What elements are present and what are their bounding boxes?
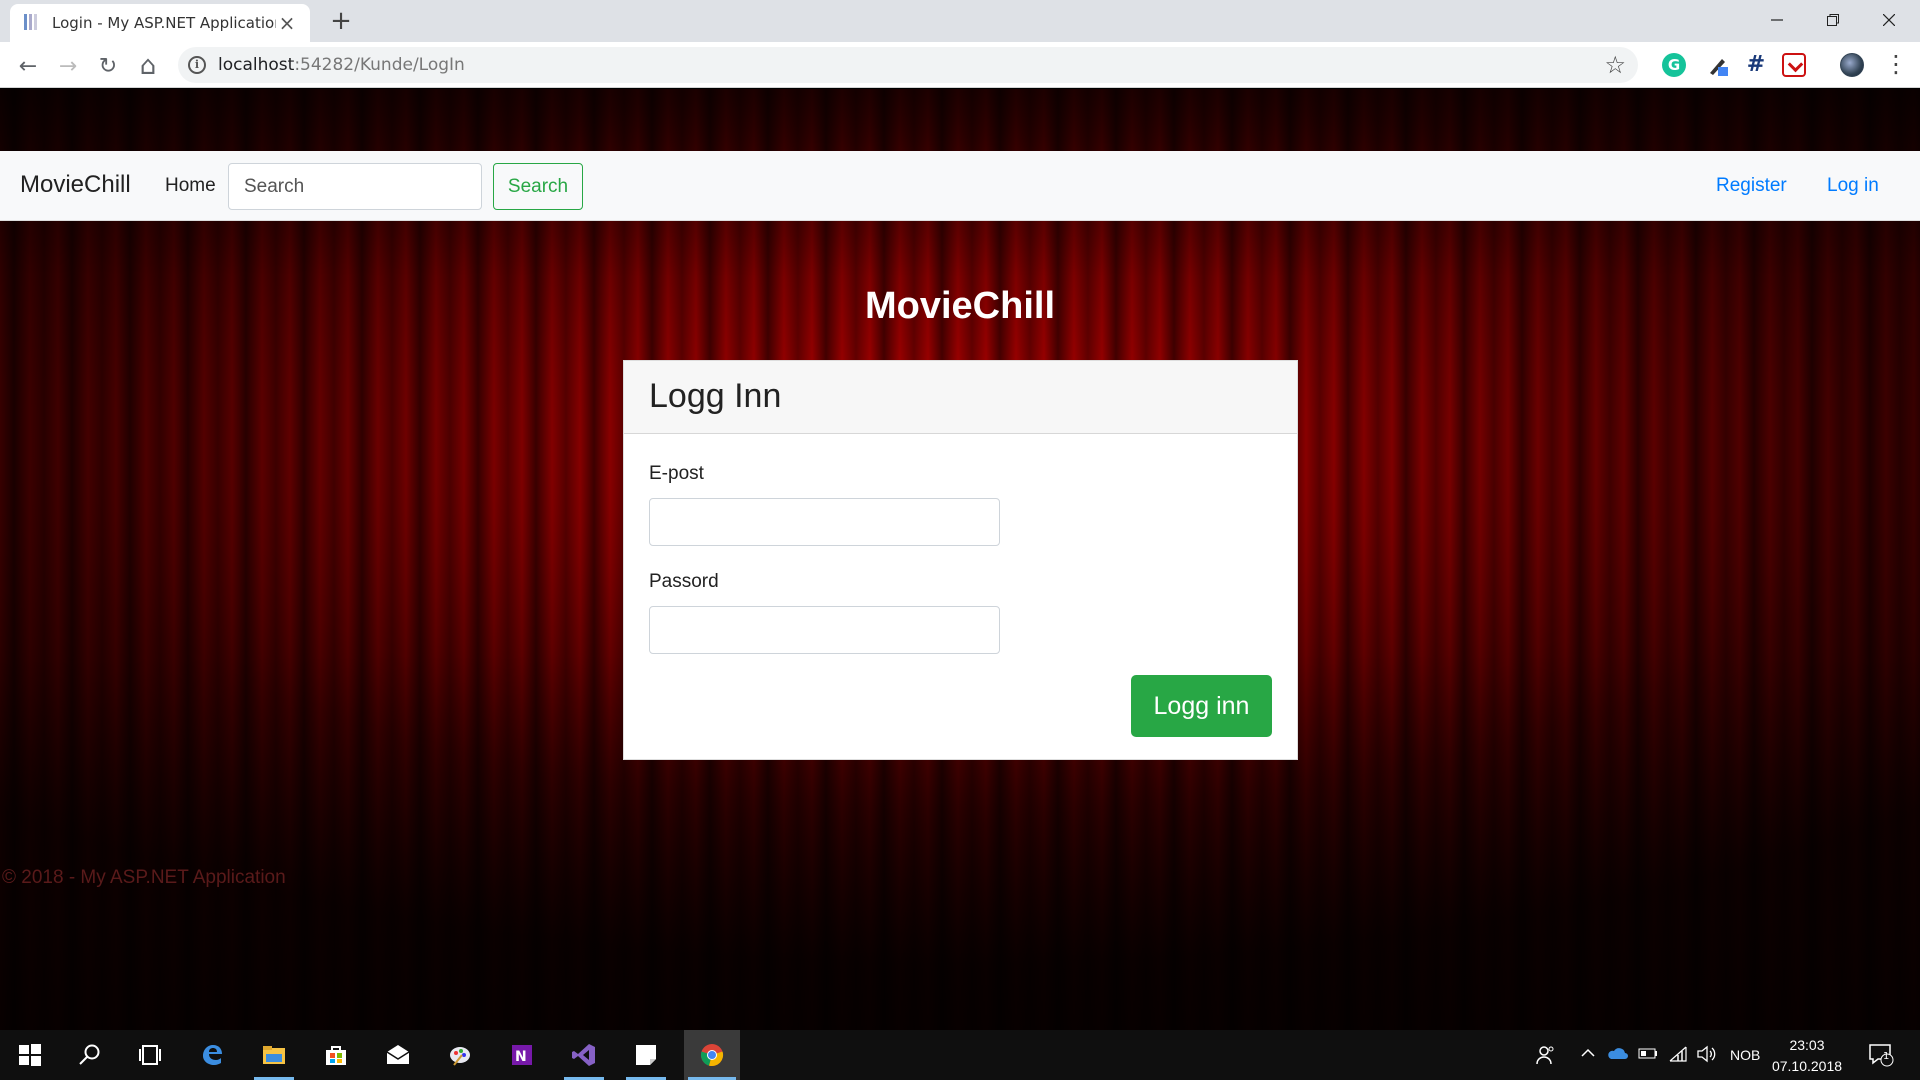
paint-icon <box>450 1047 470 1066</box>
reload-icon: ↻ <box>98 53 118 79</box>
grid-extension-icon[interactable]: # <box>1744 53 1768 77</box>
login-submit-button[interactable]: Logg inn <box>1131 675 1272 737</box>
grammarly-extension-icon[interactable]: G <box>1662 53 1686 77</box>
tab-close-icon[interactable]: × <box>276 11 298 35</box>
chevron-up-icon <box>1581 1048 1595 1057</box>
hero-title: MovieChill <box>864 285 1056 327</box>
wifi-glyph-icon <box>1669 1046 1687 1062</box>
clock-date: 07.10.2018 <box>1771 1058 1843 1074</box>
site-navbar: MovieChill Home Search Register Log in <box>0 151 1920 221</box>
back-arrow-icon: ← <box>18 53 38 79</box>
nav-link-register[interactable]: Register <box>1716 175 1787 197</box>
language-indicator[interactable]: NOB <box>1730 1047 1760 1063</box>
browser-tab[interactable]: Login - My ASP.NET Application × <box>10 4 310 42</box>
home-button[interactable]: ⌂ <box>132 50 164 82</box>
footer-copyright: © 2018 - My ASP.NET Application <box>2 867 286 888</box>
file-explorer-icon <box>263 1046 285 1064</box>
bookmark-star-icon[interactable]: ☆ <box>1604 51 1626 79</box>
cloud-icon <box>1608 1048 1628 1059</box>
visual-studio-icon <box>572 1044 595 1066</box>
profile-avatar[interactable] <box>1840 53 1864 77</box>
browser-menu-icon[interactable]: ⋮ <box>1884 52 1908 77</box>
taskbar-edge[interactable] <box>188 1030 236 1080</box>
pocket-extension-icon[interactable] <box>1782 53 1806 77</box>
start-button[interactable] <box>6 1030 54 1080</box>
clock-time: 23:03 <box>1789 1037 1825 1053</box>
url-host: localhost <box>218 55 295 75</box>
taskbar-search-button[interactable] <box>66 1030 114 1080</box>
browser-toolbar: ← → ↻ ⌂ i localhost:54282/Kunde/LogIn ☆ … <box>0 42 1920 88</box>
task-view-icon <box>139 1045 161 1065</box>
people-glyph-icon <box>1536 1046 1554 1065</box>
tray-expand-icon[interactable] <box>1580 1045 1596 1065</box>
search-input[interactable] <box>228 163 482 210</box>
taskbar-visual-studio[interactable] <box>560 1030 608 1080</box>
address-bar[interactable]: i localhost:54282/Kunde/LogIn ☆ <box>178 47 1638 83</box>
browser-tab-strip: Login - My ASP.NET Application × + <box>0 0 1920 42</box>
onedrive-icon[interactable] <box>1606 1045 1628 1065</box>
people-icon[interactable] <box>1536 1045 1556 1069</box>
minimize-icon <box>1771 19 1783 21</box>
taskbar-chrome[interactable] <box>684 1030 740 1080</box>
task-view-button[interactable] <box>126 1030 174 1080</box>
nav-link-home[interactable]: Home <box>165 175 216 197</box>
url-path: :54282/Kunde/LogIn <box>294 55 465 75</box>
email-field[interactable] <box>649 498 1000 546</box>
page-viewport: MovieChill Home Search Register Log in M… <box>0 89 1920 1030</box>
svg-text:N: N <box>515 1049 527 1065</box>
forward-arrow-icon: → <box>58 53 78 79</box>
navbar-brand[interactable]: MovieChill <box>20 171 131 199</box>
taskbar-clock[interactable]: 23:03 07.10.2018 <box>1770 1035 1844 1077</box>
search-button[interactable]: Search <box>493 163 583 210</box>
login-card-title: Logg Inn <box>649 377 782 415</box>
notification-count: 1 <box>1883 1051 1890 1062</box>
speaker-icon <box>1697 1045 1716 1063</box>
sticky-notes-icon <box>636 1045 656 1065</box>
volume-icon[interactable] <box>1696 1045 1718 1067</box>
back-button[interactable]: ← <box>12 50 44 82</box>
taskbar-file-explorer[interactable] <box>250 1030 298 1080</box>
wifi-icon[interactable] <box>1668 1045 1688 1067</box>
store-icon <box>326 1046 346 1065</box>
battery-icon[interactable] <box>1638 1045 1658 1065</box>
close-icon <box>1883 14 1895 26</box>
tab-title: Login - My ASP.NET Application <box>52 14 276 32</box>
onenote-icon: N <box>512 1045 532 1065</box>
login-card-header: Logg Inn <box>624 361 1297 434</box>
taskbar-sticky-notes[interactable] <box>622 1030 670 1080</box>
url-text: localhost:54282/Kunde/LogIn <box>218 55 465 75</box>
action-center-button[interactable]: 1 <box>1868 1043 1894 1071</box>
password-label: Passord <box>649 571 719 592</box>
chrome-icon <box>700 1044 724 1067</box>
taskbar-onenote[interactable]: N <box>498 1030 546 1080</box>
mail-icon <box>386 1045 410 1064</box>
forward-button[interactable]: → <box>52 50 84 82</box>
battery-glyph-icon <box>1638 1048 1657 1059</box>
window-restore-button[interactable] <box>1810 4 1856 36</box>
pen-extension-icon[interactable] <box>1706 53 1730 77</box>
edge-icon <box>203 1045 222 1065</box>
search-icon <box>79 1044 100 1065</box>
home-icon: ⌂ <box>139 51 157 81</box>
restore-icon <box>1827 14 1839 26</box>
reload-button[interactable]: ↻ <box>92 50 124 82</box>
window-minimize-button[interactable] <box>1754 4 1800 36</box>
password-field[interactable] <box>649 606 1000 654</box>
notification-icon <box>1869 1044 1894 1067</box>
window-close-button[interactable] <box>1866 4 1912 36</box>
nav-link-login[interactable]: Log in <box>1827 175 1879 197</box>
page-favicon-icon <box>22 13 40 33</box>
taskbar-store[interactable] <box>312 1030 360 1080</box>
taskbar-paint[interactable] <box>436 1030 484 1080</box>
pen-icon <box>1710 59 1728 76</box>
taskbar-mail[interactable] <box>374 1030 422 1080</box>
new-tab-button[interactable]: + <box>326 6 356 36</box>
site-info-icon[interactable]: i <box>188 56 206 74</box>
email-label: E-post <box>649 463 704 484</box>
login-card: Logg Inn E-post Passord Logg inn <box>623 360 1298 760</box>
start-icon <box>19 1044 41 1066</box>
windows-taskbar: N NOB 23:03 07.10.2018 1 <box>0 1030 1920 1080</box>
